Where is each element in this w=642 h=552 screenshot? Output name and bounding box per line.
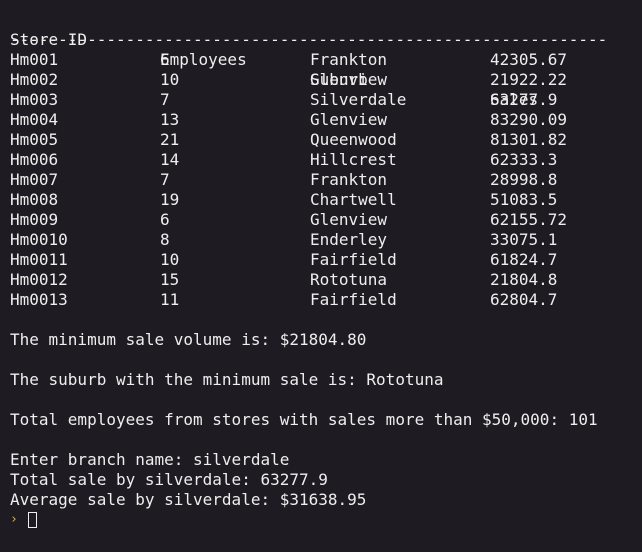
- cell-employees: 14: [160, 150, 180, 169]
- table-header: Store ID Employees Suburb Sales: [10, 10, 636, 109]
- cell-employees: 13: [160, 110, 180, 129]
- table-row: Hm002 10 Glenview 21922.22: [10, 70, 636, 90]
- cell-sales: 83290.09: [490, 110, 568, 129]
- table-row: Hm001 6 Frankton 42305.67: [10, 50, 636, 70]
- table-row: Hm007 7 Frankton 28998.8: [10, 170, 636, 190]
- cell-employees: 11: [160, 290, 180, 309]
- prompt-chevron-icon: ›: [10, 512, 18, 527]
- cell-store-id: Hm0013: [10, 290, 68, 309]
- cell-store-id: Hm008: [10, 190, 59, 209]
- enter-branch-line: Enter branch name: silverdale: [10, 450, 290, 469]
- cell-suburb: Frankton: [310, 170, 388, 189]
- cell-suburb: Chartwell: [310, 190, 397, 209]
- cell-employees: 10: [160, 70, 180, 89]
- table-row: Hm006 14 Hillcrest 62333.3: [10, 150, 636, 170]
- cell-suburb: Enderley: [310, 230, 388, 249]
- cell-store-id: Hm0012: [10, 270, 68, 289]
- cell-sales: 62155.72: [490, 210, 568, 229]
- cell-store-id: Hm005: [10, 130, 59, 149]
- cell-sales: 28998.8: [490, 170, 558, 189]
- cell-employees: 7: [160, 90, 170, 109]
- table-row: Hm004 13 Glenview 83290.09: [10, 110, 636, 130]
- table-row: Hm003 7 Silverdale 63277.9: [10, 90, 636, 110]
- command-prompt[interactable]: ›: [10, 510, 636, 530]
- min-sale-line: The minimum sale volume is: $21804.80: [10, 330, 367, 349]
- total-sale-line: Total sale by silverdale: 63277.9: [10, 470, 328, 489]
- cell-employees: 8: [160, 230, 170, 249]
- cell-employees: 19: [160, 190, 180, 209]
- total-employees-line: Total employees from stores with sales m…: [10, 410, 598, 429]
- cell-store-id: Hm001: [10, 50, 59, 69]
- cell-sales: 62804.7: [490, 290, 558, 309]
- table-row: Hm0012 15 Rototuna 21804.8: [10, 270, 636, 290]
- cell-sales: 62333.3: [490, 150, 558, 169]
- cell-suburb: Frankton: [310, 50, 388, 69]
- cell-suburb: Hillcrest: [310, 150, 397, 169]
- cell-suburb: Silverdale: [310, 90, 407, 109]
- cell-sales: 81301.82: [490, 130, 568, 149]
- table-row: Hm0011 10 Fairfield 61824.7: [10, 250, 636, 270]
- cell-store-id: Hm002: [10, 70, 59, 89]
- cell-employees: 21: [160, 130, 180, 149]
- table-row: Hm005 21 Queenwood 81301.82: [10, 130, 636, 150]
- cell-sales: 42305.67: [490, 50, 568, 69]
- text-cursor[interactable]: [28, 512, 37, 528]
- terminal-output: Store ID Employees Suburb Sales --------…: [10, 10, 636, 530]
- cell-store-id: Hm0011: [10, 250, 68, 269]
- cell-employees: 15: [160, 270, 180, 289]
- cell-store-id: Hm006: [10, 150, 59, 169]
- cell-sales: 21922.22: [490, 70, 568, 89]
- cell-employees: 6: [160, 210, 170, 229]
- cell-suburb: Fairfield: [310, 250, 397, 269]
- table-row: Hm008 19 Chartwell 51083.5: [10, 190, 636, 210]
- cell-suburb: Queenwood: [310, 130, 397, 149]
- cell-store-id: Hm009: [10, 210, 59, 229]
- cell-suburb: Glenview: [310, 210, 388, 229]
- table-row: Hm009 6 Glenview 62155.72: [10, 210, 636, 230]
- cell-store-id: Hm0010: [10, 230, 68, 249]
- min-suburb-line: The suburb with the minimum sale is: Rot…: [10, 370, 444, 389]
- table-separator: ----------------------------------------…: [10, 30, 610, 49]
- cell-employees: 7: [160, 170, 170, 189]
- cell-employees: 6: [160, 50, 170, 69]
- cell-sales: 33075.1: [490, 230, 558, 249]
- cell-sales: 51083.5: [490, 190, 558, 209]
- cell-employees: 10: [160, 250, 180, 269]
- cell-suburb: Glenview: [310, 110, 388, 129]
- cell-suburb: Fairfield: [310, 290, 397, 309]
- table-body: Hm001 6 Frankton 42305.67 Hm002 10 Glenview 219…: [10, 50, 636, 310]
- cell-sales: 61824.7: [490, 250, 558, 269]
- table-row: Hm0013 11 Fairfield 62804.7: [10, 290, 636, 310]
- cell-store-id: Hm004: [10, 110, 59, 129]
- table-row: Hm0010 8 Enderley 33075.1: [10, 230, 636, 250]
- cell-sales: 21804.8: [490, 270, 558, 289]
- average-sale-line: Average sale by silverdale: $31638.95: [10, 490, 367, 509]
- cell-suburb: Glenview: [310, 70, 388, 89]
- cell-store-id: Hm007: [10, 170, 59, 189]
- cell-suburb: Rototuna: [310, 270, 388, 289]
- cell-sales: 63277.9: [490, 90, 558, 109]
- header-store-id: Store ID: [10, 30, 88, 49]
- cell-store-id: Hm003: [10, 90, 59, 109]
